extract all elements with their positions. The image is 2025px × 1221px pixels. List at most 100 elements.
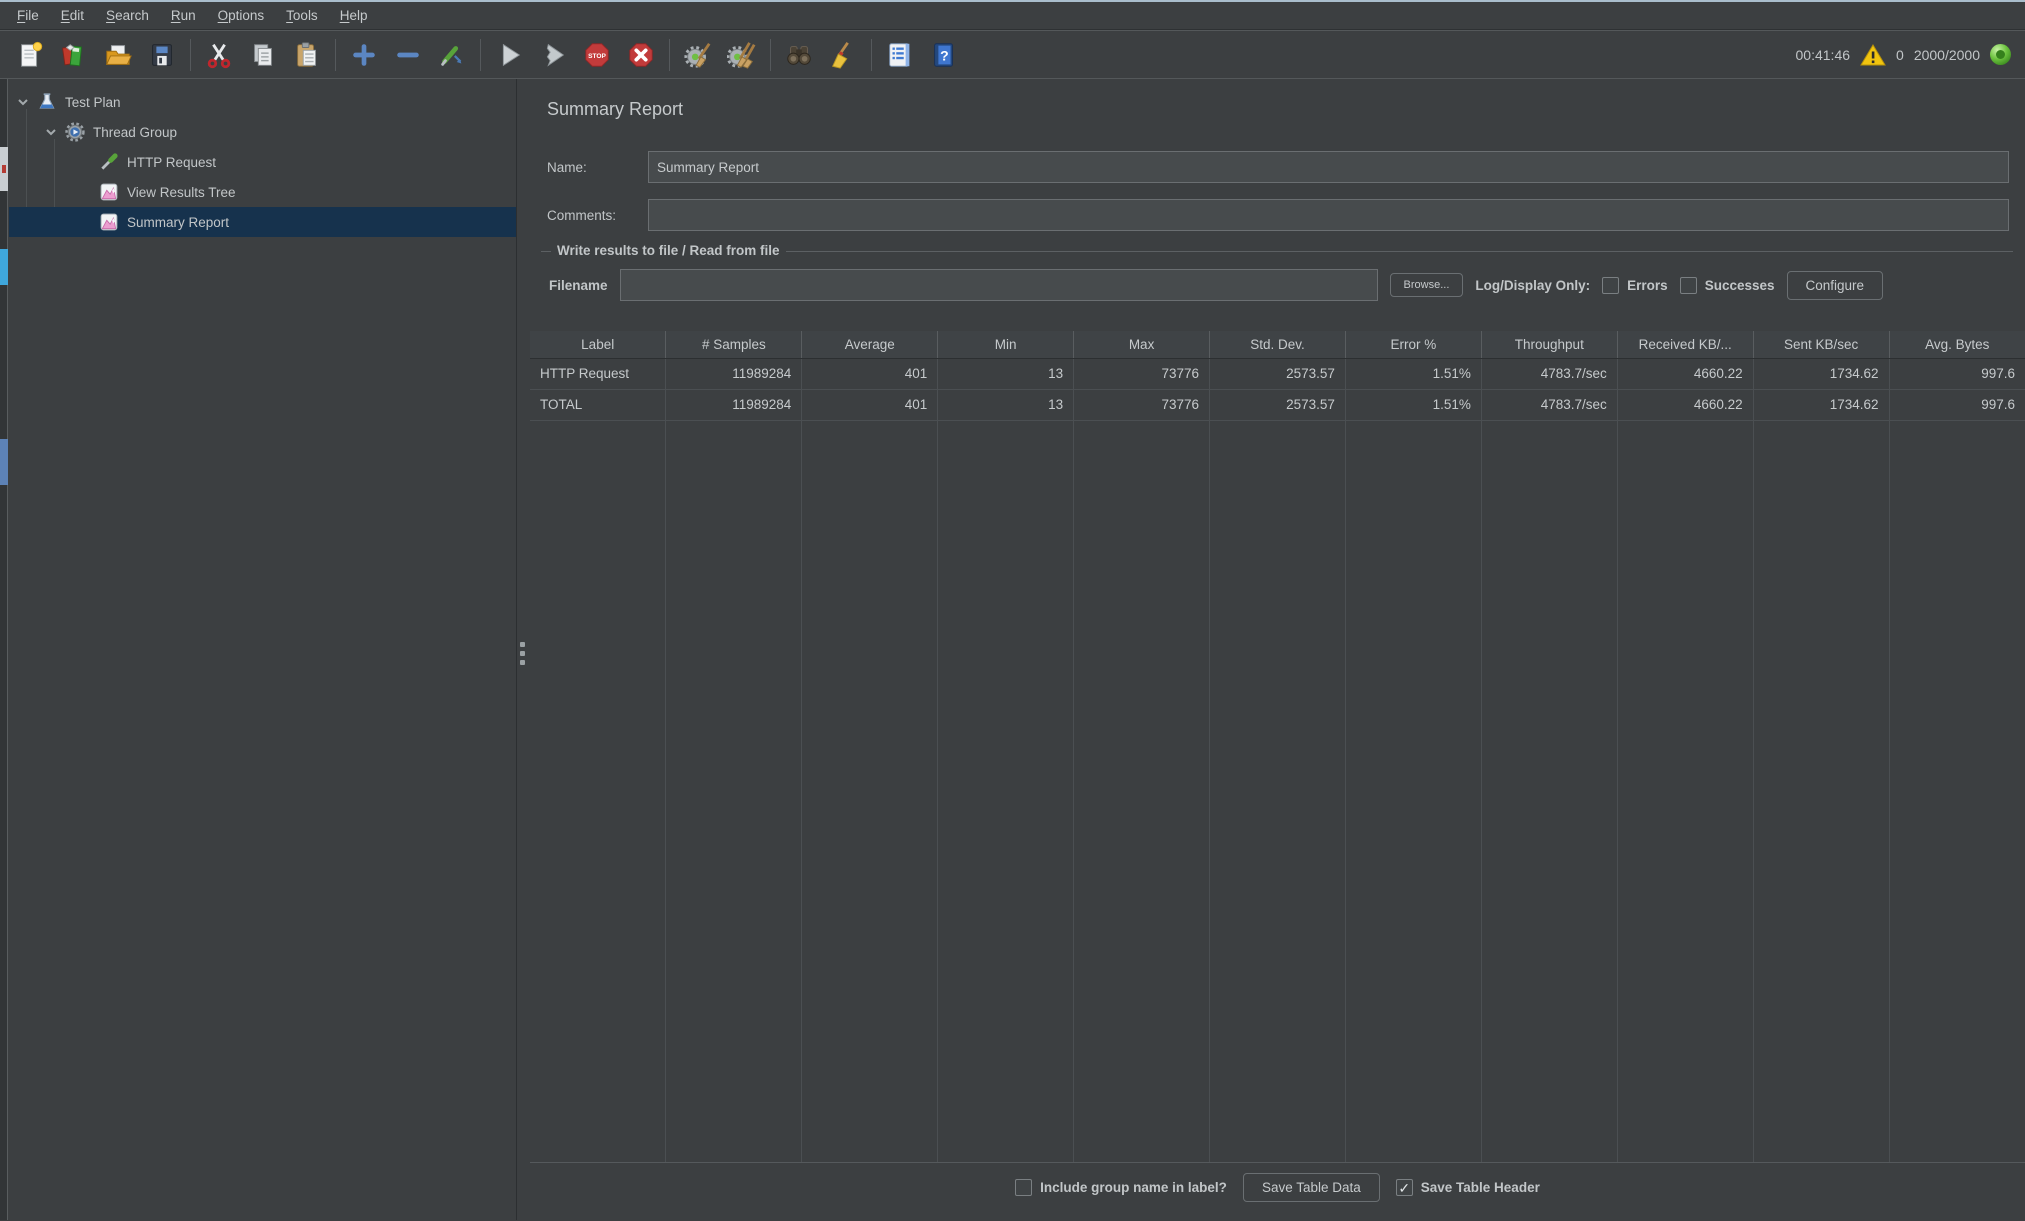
errors-label: Errors <box>1627 278 1668 293</box>
save-icon[interactable] <box>145 38 179 72</box>
table-cell: 11989284 <box>666 389 802 420</box>
toolbar-separator <box>770 39 771 71</box>
toolbar-separator <box>335 39 336 71</box>
tree-item-label: Summary Report <box>127 215 229 230</box>
save-table-data-button[interactable]: Save Table Data <box>1243 1173 1380 1202</box>
table-cell: 4660.22 <box>1617 389 1753 420</box>
chevron-down-icon[interactable] <box>15 94 31 110</box>
toggle-icon[interactable] <box>435 38 469 72</box>
menu-run[interactable]: Run <box>160 4 207 27</box>
edge-fragment <box>0 147 8 191</box>
successes-checkbox[interactable] <box>1680 277 1697 294</box>
table-cell: 73776 <box>1074 358 1210 389</box>
configure-button[interactable]: Configure <box>1787 271 1884 300</box>
column-header[interactable]: Max <box>1074 331 1210 358</box>
table-cell: 1734.62 <box>1753 358 1889 389</box>
table-filler-row <box>530 420 2025 1162</box>
filename-input[interactable] <box>620 269 1378 301</box>
include-group-checkbox-group[interactable]: Include group name in label? <box>1015 1179 1227 1196</box>
table-cell: 1.51% <box>1345 389 1481 420</box>
errors-checkbox-group[interactable]: Errors <box>1602 277 1668 294</box>
table-cell: 73776 <box>1074 389 1210 420</box>
menu-search[interactable]: Search <box>95 4 160 27</box>
summary-report-panel: Summary Report Name: Comments: Write res… <box>527 79 2025 1220</box>
expand-all-icon[interactable] <box>347 38 381 72</box>
save-table-header-label: Save Table Header <box>1421 1180 1540 1195</box>
panel-splitter[interactable] <box>518 79 527 1220</box>
clear-icon[interactable] <box>681 38 715 72</box>
group-title: Write results to file / Read from file <box>551 243 786 258</box>
browse-button[interactable]: Browse... <box>1390 273 1464 297</box>
column-header[interactable]: Received KB/... <box>1617 331 1753 358</box>
function-helper-icon[interactable] <box>883 38 917 72</box>
search-icon[interactable] <box>782 38 816 72</box>
cut-icon[interactable] <box>202 38 236 72</box>
name-input[interactable] <box>648 151 2009 183</box>
splitter-grip-icon[interactable] <box>520 642 525 665</box>
comments-input[interactable] <box>648 199 2009 231</box>
menu-file[interactable]: File <box>6 4 50 27</box>
tree-item-view-results-tree[interactable]: View Results Tree <box>9 177 516 207</box>
table-cell: TOTAL <box>530 389 666 420</box>
paste-icon[interactable] <box>290 38 324 72</box>
tree-item-label: HTTP Request <box>127 155 216 170</box>
filename-label: Filename <box>549 278 608 293</box>
clear-all-icon[interactable] <box>725 38 759 72</box>
successes-checkbox-group[interactable]: Successes <box>1680 277 1775 294</box>
column-header[interactable]: Error % <box>1345 331 1481 358</box>
page-title: Summary Report <box>547 99 683 120</box>
menu-tools[interactable]: Tools <box>275 4 329 27</box>
save-table-header-checkbox[interactable]: ✓ <box>1396 1179 1413 1196</box>
table-row[interactable]: TOTAL1198928440113737762573.571.51%4783.… <box>530 389 2025 420</box>
tree-item-label: Thread Group <box>93 125 177 140</box>
table-cell: 11989284 <box>666 358 802 389</box>
start-icon[interactable] <box>492 38 526 72</box>
include-group-name-label: Include group name in label? <box>1040 1180 1227 1195</box>
edge-fragment <box>0 249 8 285</box>
table-cell: 401 <box>802 389 938 420</box>
menu-help[interactable]: Help <box>329 4 379 27</box>
column-header[interactable]: Throughput <box>1481 331 1617 358</box>
column-header[interactable]: Std. Dev. <box>1210 331 1346 358</box>
table-cell: HTTP Request <box>530 358 666 389</box>
warning-icon[interactable] <box>1860 43 1886 67</box>
menu-options[interactable]: Options <box>207 4 276 27</box>
toolbar-separator <box>480 39 481 71</box>
table-cell: 2573.57 <box>1210 389 1346 420</box>
column-header[interactable]: Sent KB/sec <box>1753 331 1889 358</box>
column-header[interactable]: # Samples <box>666 331 802 358</box>
shutdown-icon[interactable] <box>624 38 658 72</box>
column-header[interactable]: Label <box>530 331 666 358</box>
tree-item-test-plan[interactable]: Test Plan <box>9 87 516 117</box>
table-row[interactable]: HTTP Request1198928440113737762573.571.5… <box>530 358 2025 389</box>
tree-item-http-request[interactable]: HTTP Request <box>9 147 516 177</box>
copy-icon[interactable] <box>246 38 280 72</box>
save-table-header-checkbox-group[interactable]: ✓ Save Table Header <box>1396 1179 1540 1196</box>
table-body: HTTP Request1198928440113737762573.571.5… <box>530 358 2025 1162</box>
start-no-timers-icon[interactable] <box>536 38 570 72</box>
errors-checkbox[interactable] <box>1602 277 1619 294</box>
test-plan-tree: Test Plan Thread Group HTTP Request View… <box>9 79 517 1220</box>
menu-edit[interactable]: Edit <box>50 4 95 27</box>
tree-item-summary-report[interactable]: Summary Report <box>9 207 516 237</box>
thread-group-icon <box>65 122 85 142</box>
include-group-name-checkbox[interactable] <box>1015 1179 1032 1196</box>
templates-icon[interactable] <box>57 38 91 72</box>
help-icon[interactable]: ? <box>927 38 961 72</box>
stop-icon[interactable]: STOP <box>580 38 614 72</box>
column-header[interactable]: Average <box>802 331 938 358</box>
column-header[interactable]: Avg. Bytes <box>1889 331 2025 358</box>
new-file-icon[interactable] <box>13 38 47 72</box>
collapse-all-icon[interactable] <box>391 38 425 72</box>
column-header[interactable]: Min <box>938 331 1074 358</box>
edge-fragment <box>0 439 8 485</box>
open-folder-icon[interactable] <box>101 38 135 72</box>
results-chart-icon <box>99 182 119 202</box>
table-cell: 997.6 <box>1889 389 2025 420</box>
chevron-down-icon[interactable] <box>43 124 59 140</box>
search-reset-icon[interactable] <box>826 38 860 72</box>
table-cell: 13 <box>938 389 1074 420</box>
svg-text:?: ? <box>940 47 949 63</box>
tree-item-thread-group[interactable]: Thread Group <box>9 117 516 147</box>
summary-table-container: Label# SamplesAverageMinMaxStd. Dev.Erro… <box>530 331 2025 1162</box>
